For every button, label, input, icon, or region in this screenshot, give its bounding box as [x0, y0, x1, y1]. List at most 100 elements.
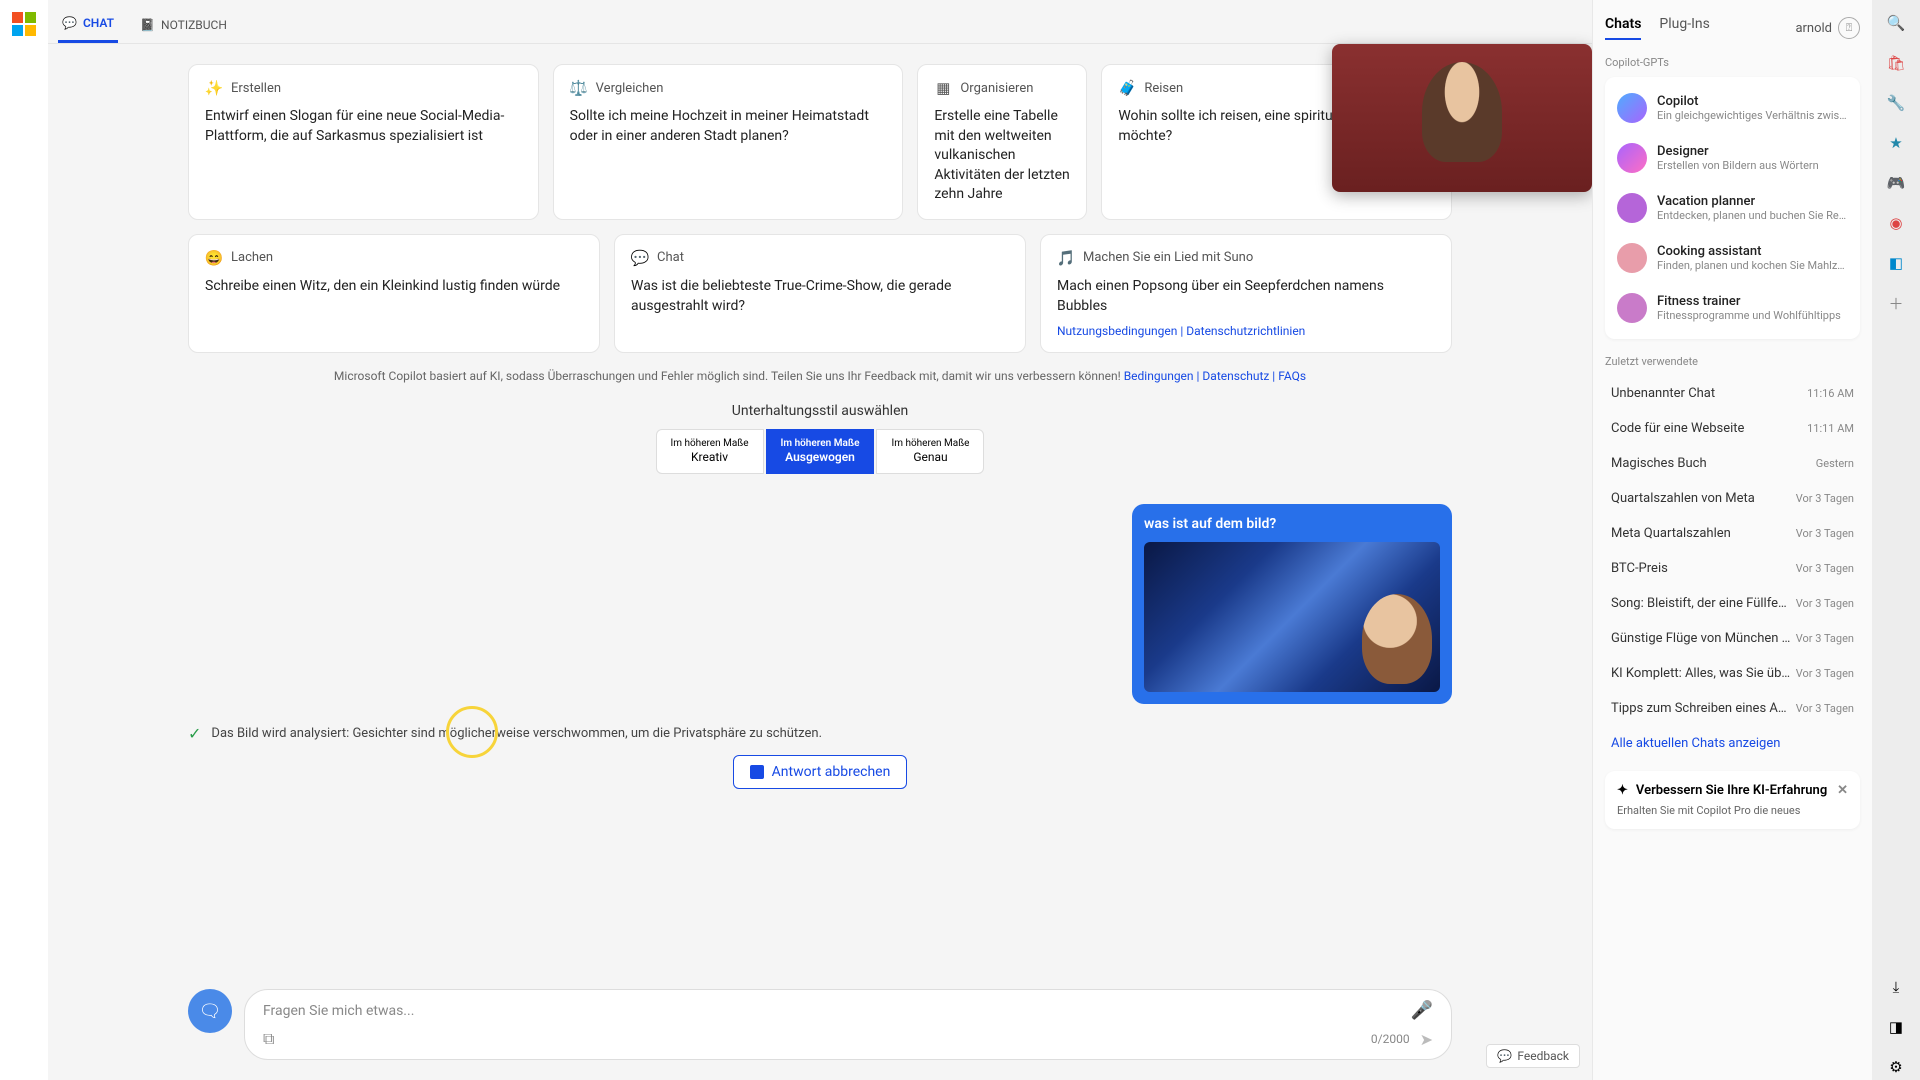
plus-icon[interactable]: ＋	[1883, 290, 1909, 316]
games-icon[interactable]: 🎮	[1883, 170, 1909, 196]
image-add-icon[interactable]: ⧉	[263, 1029, 274, 1049]
tab-chat-label: CHAT	[83, 16, 114, 30]
close-icon[interactable]: ✕	[1837, 783, 1848, 798]
chat-bubble-icon: 💬	[631, 249, 649, 267]
office-icon[interactable]: ◉	[1883, 210, 1909, 236]
card-body: Sollte ich meine Hochzeit in meiner Heim…	[570, 107, 887, 146]
avatar-icon: ⍰	[1838, 17, 1860, 39]
recent-item[interactable]: Meta Quartalszahlen Vor 3 Tagen	[1605, 516, 1860, 551]
shopping-icon[interactable]: 🛍	[1883, 50, 1909, 76]
card-title: Machen Sie ein Lied mit Suno	[1083, 250, 1253, 265]
recent-item[interactable]: Code für eine Webseite 11:11 AM	[1605, 411, 1860, 446]
style-balanced[interactable]: Im höheren MaßeAusgewogen	[766, 429, 875, 473]
style-precise[interactable]: Im höheren MaßeGenau	[876, 429, 984, 473]
char-counter: 0/2000 ➤	[1371, 1030, 1433, 1049]
settings-icon[interactable]: ⚙	[1883, 1054, 1909, 1080]
tab-notebook[interactable]: 📓 NOTIZBUCH	[136, 10, 231, 43]
card-body: Schreibe einen Witz, den ein Kleinkind l…	[205, 277, 583, 297]
video-overlay	[1332, 44, 1592, 192]
style-creative[interactable]: Im höheren MaßeKreativ	[656, 429, 764, 473]
grid-icon: ▦	[934, 79, 952, 97]
gpt-icon	[1617, 293, 1647, 323]
recent-date: Vor 3 Tagen	[1796, 667, 1854, 680]
recent-item[interactable]: BTC-Preis Vor 3 Tagen	[1605, 551, 1860, 586]
outlook-icon[interactable]: ◧	[1883, 250, 1909, 276]
gpt-item[interactable]: Designer Erstellen von Bildern aus Wörte…	[1605, 133, 1860, 183]
card-body: Mach einen Popsong über ein Seepferdchen…	[1057, 277, 1435, 316]
chat-input[interactable]	[263, 1003, 1411, 1019]
recent-item[interactable]: Tipps zum Schreiben eines Artikels üb Vo…	[1605, 691, 1860, 726]
improve-title: Verbessern Sie Ihre KI-Erfahrung	[1636, 783, 1827, 798]
check-icon: ✓	[188, 724, 201, 743]
star-icon[interactable]: ★	[1883, 130, 1909, 156]
gpt-icon	[1617, 93, 1647, 123]
cancel-label: Antwort abbrechen	[772, 764, 891, 780]
disclaimer-links[interactable]: Bedingungen | Datenschutz | FAQs	[1124, 369, 1306, 383]
main-area: 💬 CHAT 📓 NOTIZBUCH ✨Erstellen Entwirf ei…	[48, 0, 1592, 1080]
recent-date: 11:16 AM	[1807, 387, 1854, 400]
recent-item[interactable]: KI Komplett: Alles, was Sie über LLMs i …	[1605, 656, 1860, 691]
microphone-icon[interactable]: 🎤	[1411, 1000, 1433, 1021]
recent-item[interactable]: Song: Bleistift, der eine Füllfeder sein…	[1605, 586, 1860, 621]
gpt-item[interactable]: Fitness trainer Fitnessprogramme und Woh…	[1605, 283, 1860, 333]
recent-title: BTC-Preis	[1611, 561, 1668, 576]
show-all-chats[interactable]: Alle aktuellen Chats anzeigen	[1605, 726, 1860, 761]
gpt-icon	[1617, 193, 1647, 223]
improve-body: Erhalten Sie mit Copilot Pro die neues	[1617, 804, 1848, 817]
card-title: Chat	[657, 250, 684, 265]
card-music[interactable]: 🎵Machen Sie ein Lied mit Suno Mach einen…	[1040, 234, 1452, 353]
download-icon[interactable]: ⤓	[1883, 974, 1909, 1000]
card-compare[interactable]: ⚖️Vergleichen Sollte ich meine Hochzeit …	[553, 64, 904, 220]
username: arnold	[1795, 21, 1832, 36]
tools-icon[interactable]: 🔧	[1883, 90, 1909, 116]
sparkle-icon: ✦	[1617, 783, 1628, 798]
card-title: Lachen	[231, 250, 273, 265]
recent-title: Quartalszahlen von Meta	[1611, 491, 1755, 506]
recent-date: Vor 3 Tagen	[1796, 702, 1854, 715]
discover-icon[interactable]: ◨	[1883, 1014, 1909, 1040]
tab-chats[interactable]: Chats	[1605, 16, 1641, 40]
recent-title: Code für eine Webseite	[1611, 421, 1744, 436]
gpt-name: Fitness trainer	[1657, 294, 1841, 309]
chat-icon: 💬	[62, 16, 77, 30]
recent-item[interactable]: Quartalszahlen von Meta Vor 3 Tagen	[1605, 481, 1860, 516]
stop-icon	[750, 765, 764, 779]
style-title: Unterhaltungsstil auswählen	[188, 403, 1452, 419]
card-organize[interactable]: ▦Organisieren Erstelle eine Tabelle mit …	[917, 64, 1087, 220]
send-icon[interactable]: ➤	[1420, 1030, 1433, 1049]
gpt-item[interactable]: Cooking assistant Finden, planen und koc…	[1605, 233, 1860, 283]
gpt-name: Copilot	[1657, 94, 1847, 109]
gpt-sub: Finden, planen und kochen Sie Mahlzeiten	[1657, 259, 1847, 272]
recent-item[interactable]: Magisches Buch Gestern	[1605, 446, 1860, 481]
gpt-sub: Entdecken, planen und buchen Sie Reisen	[1657, 209, 1847, 222]
feedback-icon: 💬	[1497, 1049, 1512, 1063]
new-topic-button[interactable]: 🗨	[188, 989, 232, 1033]
gpt-icon	[1617, 243, 1647, 273]
recent-title: Magisches Buch	[1611, 456, 1707, 471]
recent-date: Vor 3 Tagen	[1796, 492, 1854, 505]
card-title: Erstellen	[231, 81, 281, 96]
feedback-button[interactable]: 💬 Feedback	[1486, 1044, 1580, 1068]
user-message: was ist auf dem bild?	[188, 504, 1452, 704]
cancel-button[interactable]: Antwort abbrechen	[733, 755, 908, 789]
gpt-item[interactable]: Copilot Ein gleichgewichtiges Verhältnis…	[1605, 83, 1860, 133]
card-laugh[interactable]: 😄Lachen Schreibe einen Witz, den ein Kle…	[188, 234, 600, 353]
recent-item[interactable]: Günstige Flüge von München nach Fra Vor …	[1605, 621, 1860, 656]
search-icon[interactable]: 🔍	[1883, 10, 1909, 36]
tab-plugins[interactable]: Plug-Ins	[1659, 16, 1709, 40]
microsoft-logo-icon[interactable]	[12, 12, 36, 36]
card-chat[interactable]: 💬Chat Was ist die beliebteste True-Crime…	[614, 234, 1026, 353]
user-menu[interactable]: arnold ⍰	[1795, 17, 1860, 39]
gpt-item[interactable]: Vacation planner Entdecken, planen und b…	[1605, 183, 1860, 233]
recent-item[interactable]: Unbenannter Chat 11:16 AM	[1605, 376, 1860, 411]
tab-notebook-label: NOTIZBUCH	[161, 18, 227, 32]
disclaimer-text: Microsoft Copilot basiert auf KI, sodass…	[334, 369, 1121, 383]
gpt-sub: Fitnessprogramme und Wohlfühltipps	[1657, 309, 1841, 322]
tab-chat[interactable]: 💬 CHAT	[58, 10, 118, 43]
card-links[interactable]: Nutzungsbedingungen | Datenschutzrichtli…	[1057, 324, 1435, 338]
recent-title: Unbenannter Chat	[1611, 386, 1715, 401]
recent-date: 11:11 AM	[1807, 422, 1854, 435]
card-create[interactable]: ✨Erstellen Entwirf einen Slogan für eine…	[188, 64, 539, 220]
sparkle-icon: ✨	[205, 79, 223, 97]
gpt-name: Vacation planner	[1657, 194, 1847, 209]
